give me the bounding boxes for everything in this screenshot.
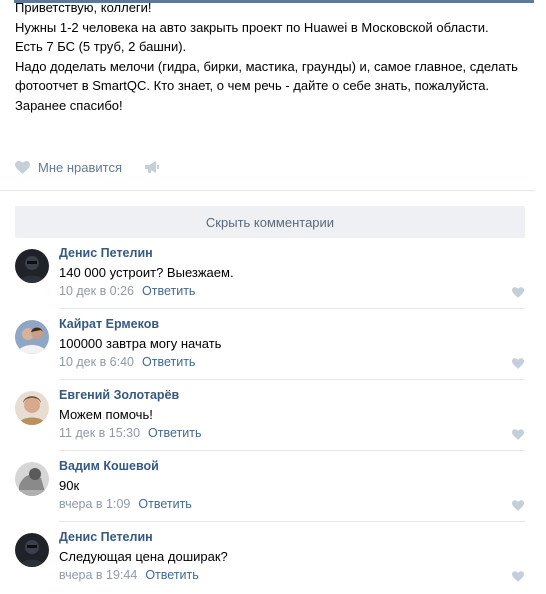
comment-author[interactable]: Вадим Кошевой <box>59 459 159 473</box>
comment-author[interactable]: Денис Петелин <box>59 530 153 544</box>
comment-date[interactable]: 10 дек в 6:40 <box>59 355 134 369</box>
comment-date[interactable]: вчера в 1:09 <box>59 497 130 511</box>
comment-author[interactable]: Кайрат Ермеков <box>59 317 159 331</box>
comment-date[interactable]: 10 дек в 0:26 <box>59 284 134 298</box>
comment-date[interactable]: вчера в 19:44 <box>59 568 137 582</box>
avatar[interactable] <box>15 320 49 354</box>
reply-link[interactable]: Ответить <box>145 568 198 582</box>
comment: Денис Петелин Следующая цена доширак? вч… <box>0 522 535 593</box>
comment-text: 140 000 устроит? Выезжаем. <box>59 265 234 280</box>
heart-icon <box>15 160 30 174</box>
reply-link[interactable]: Ответить <box>142 284 195 298</box>
post-text-line: Есть 7 БС (5 труб, 2 башни). <box>15 39 187 54</box>
post-text-line: Приветствую, коллеги! <box>15 0 152 15</box>
post-text-line: Надо доделать мелочи (гидра, бирки, маст… <box>15 58 518 74</box>
avatar[interactable] <box>15 533 49 567</box>
comment-author[interactable]: Денис Петелин <box>59 246 153 260</box>
comment-meta: 11 дек в 15:30 Ответить <box>59 426 201 440</box>
hide-comments-button[interactable]: Скрыть комментарии <box>15 206 525 238</box>
reply-link[interactable]: Ответить <box>142 355 195 369</box>
comment-meta: вчера в 1:09 Ответить <box>59 497 192 511</box>
post-actions: Мне нравится <box>15 156 160 178</box>
like-button[interactable]: Мне нравится <box>15 160 122 175</box>
heart-icon[interactable] <box>512 571 524 582</box>
comment-meta: вчера в 19:44 Ответить <box>59 568 199 582</box>
reply-link[interactable]: Ответить <box>138 497 191 511</box>
comment-text: Следующая цена доширак? <box>59 549 228 564</box>
comment: Денис Петелин 140 000 устроит? Выезжаем.… <box>0 238 535 309</box>
comment: Евгений Золотарёв Можем помочь! 11 дек в… <box>0 380 535 451</box>
comment-text: 100000 завтра могу начать <box>59 336 222 351</box>
reply-link[interactable]: Ответить <box>148 426 201 440</box>
comment-meta: 10 дек в 6:40 Ответить <box>59 355 195 369</box>
comment-meta: 10 дек в 0:26 Ответить <box>59 284 195 298</box>
heart-icon[interactable] <box>512 287 524 298</box>
heart-icon[interactable] <box>512 500 524 511</box>
comment-author[interactable]: Евгений Золотарёв <box>59 388 179 402</box>
avatar[interactable] <box>15 462 49 496</box>
heart-icon[interactable] <box>512 358 524 369</box>
like-label: Мне нравится <box>38 159 123 175</box>
avatar[interactable] <box>15 249 49 283</box>
comment-text: Можем помочь! <box>59 407 153 422</box>
avatar[interactable] <box>15 391 49 425</box>
megaphone-icon[interactable] <box>144 160 160 174</box>
post-text-line: Заранее спасибо! <box>15 97 123 113</box>
post-body: Приветствую, коллеги! Нужны 1-2 человека… <box>15 0 525 115</box>
comment-date[interactable]: 11 дек в 15:30 <box>59 426 140 440</box>
heart-icon[interactable] <box>512 429 524 440</box>
comment: Вадим Кошевой 90к вчера в 1:09 Ответить <box>0 451 535 522</box>
comment-text: 90к <box>59 478 80 493</box>
comment: Кайрат Ермеков 100000 завтра могу начать… <box>0 309 535 380</box>
post-text-line: фотоотчет в SmartQC. Кто знает, о чем ре… <box>15 78 490 93</box>
divider <box>0 190 535 191</box>
post-text-line: Нужны 1-2 человека на авто закрыть проек… <box>15 19 489 35</box>
